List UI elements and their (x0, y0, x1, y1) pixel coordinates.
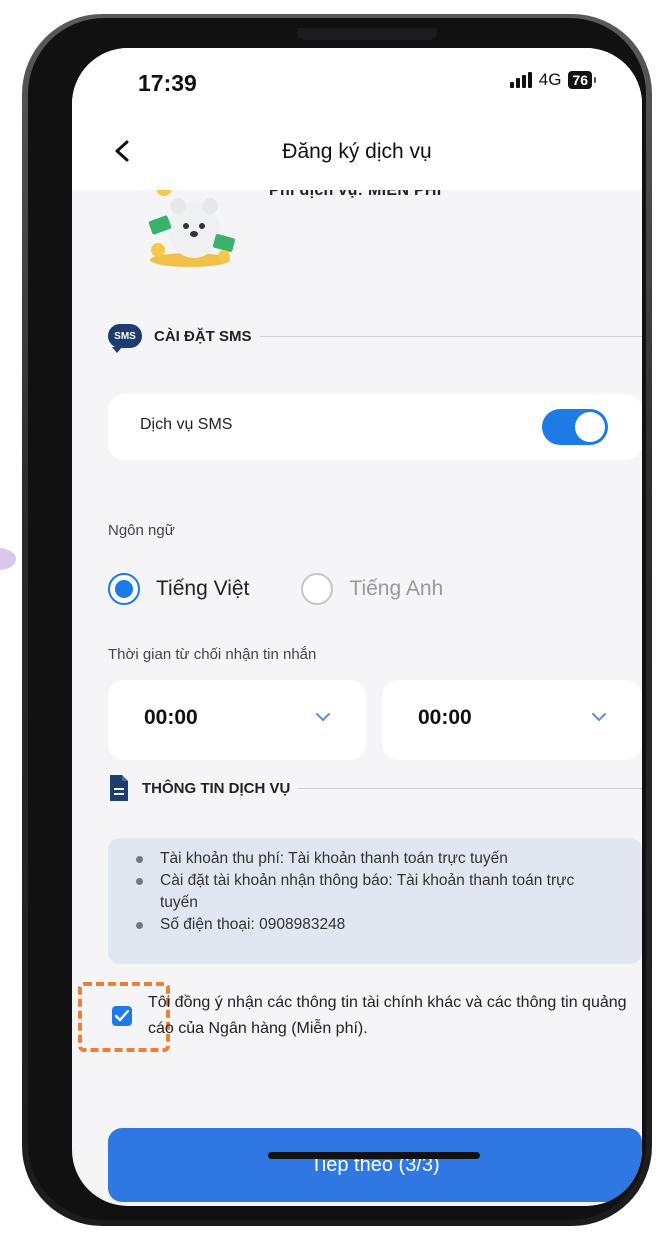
service-info-header: THÔNG TIN DỊCH VỤ (108, 774, 642, 802)
refuse-time-to-value: 00:00 (418, 706, 472, 729)
phone-frame: 17:39 4G 76 Đăng ký dịch vụ Phí dịch vụ:… (22, 14, 652, 1226)
service-info-title: THÔNG TIN DỊCH VỤ (142, 779, 291, 797)
list-item: Tài khoản thu phí: Tài khoản thanh toán … (108, 848, 642, 870)
next-button[interactable]: Tiếp theo (3/3) (108, 1128, 642, 1202)
list-item: Số điện thoại: 0908983248 (108, 914, 642, 936)
sms-icon: SMS (108, 324, 142, 353)
battery-icon: 76 (568, 71, 596, 89)
refuse-time-from-select[interactable]: 00:00 (108, 680, 366, 760)
service-info-list: Tài khoản thu phí: Tài khoản thanh toán … (108, 838, 642, 936)
phone-notch (297, 28, 437, 40)
refuse-time-label: Thời gian từ chối nhận tin nhắn (108, 646, 317, 663)
chevron-down-icon (592, 713, 606, 722)
page-title: Đăng ký dịch vụ (282, 140, 432, 163)
decorative-blob (0, 548, 16, 570)
nav-bar: Đăng ký dịch vụ (72, 118, 642, 190)
toggle-knob (575, 412, 605, 442)
status-bar: 17:39 4G 76 (72, 48, 642, 118)
radio-vietnamese-label[interactable]: Tiếng Việt (156, 577, 249, 601)
consent-text: Tôi đồng ý nhận các thông tin tài chính … (148, 994, 627, 1037)
radio-vietnamese[interactable] (108, 573, 140, 605)
language-radio-group: Tiếng Việt Tiếng Anh (108, 573, 443, 605)
network-type: 4G (538, 70, 562, 89)
sms-section-header: SMS CÀI ĐẶT SMS (108, 324, 642, 353)
radio-english[interactable] (301, 573, 334, 605)
document-icon (108, 774, 130, 802)
chevron-down-icon (316, 713, 330, 722)
sms-service-toggle[interactable] (542, 409, 608, 445)
status-indicators: 4G 76 (509, 70, 596, 90)
refuse-time-to-select[interactable]: 00:00 (382, 680, 642, 760)
divider (259, 335, 642, 337)
list-item: Cài đặt tài khoản nhận thông báo: Tài kh… (108, 870, 642, 914)
home-indicator (268, 1152, 480, 1159)
sms-service-label: Dịch vụ SMS (140, 416, 233, 433)
sms-section-title: CÀI ĐẶT SMS (154, 327, 252, 345)
status-time: 17:39 (138, 70, 197, 96)
app-screen: 17:39 4G 76 Đăng ký dịch vụ Phí dịch vụ:… (72, 48, 642, 1206)
refuse-time-from-value: 00:00 (144, 706, 198, 729)
service-info-card: Tài khoản thu phí: Tài khoản thanh toán … (108, 838, 642, 964)
sms-service-card: Dịch vụ SMS (108, 394, 642, 460)
language-label: Ngôn ngữ (108, 522, 175, 539)
divider (298, 787, 642, 789)
radio-english-label[interactable]: Tiếng Anh (349, 577, 443, 601)
signal-icon (509, 72, 532, 88)
bear-mascot-icon (140, 178, 240, 270)
